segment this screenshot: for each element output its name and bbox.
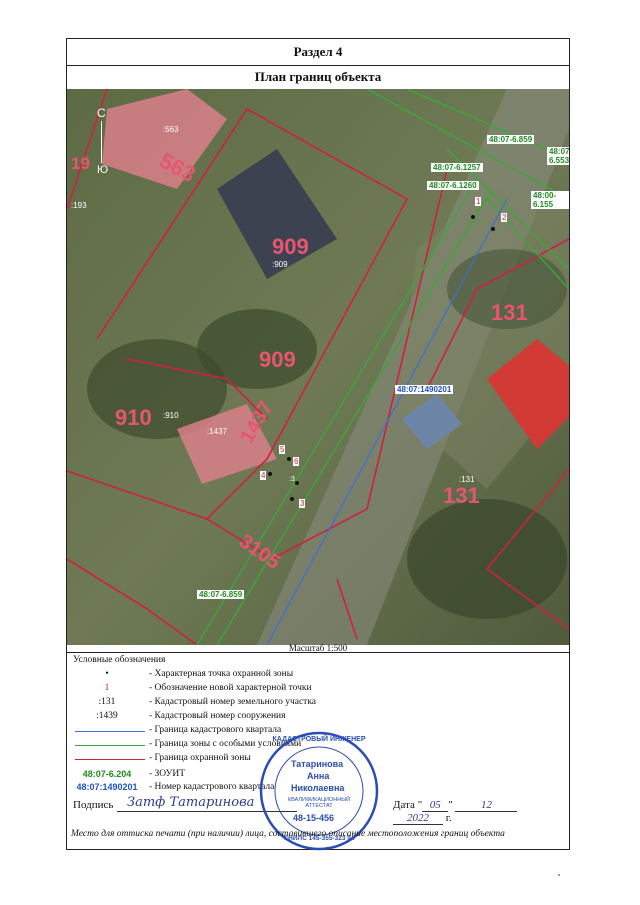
- legend-text: - Кадастровый номер сооружения: [149, 711, 286, 721]
- parcel-19-big: 19: [71, 154, 90, 173]
- zone-label-2: 48:07-6.553: [547, 147, 569, 165]
- legend-item: 1 - Обозначение новой характерной точки: [67, 683, 397, 697]
- plan-title: План границ объекта: [67, 65, 569, 90]
- parcel-131-big-2: 131: [443, 483, 480, 508]
- parcel-909-big-2: 909: [259, 347, 296, 372]
- legend-symbol: 48:07:1490201: [76, 782, 138, 792]
- legend-symbol: :1439: [96, 711, 118, 721]
- zone-label-5: 48:00-6.155: [531, 191, 569, 209]
- aerial-map: С Ю 56 3 :563 19 :193 909 :909 909 910 :9…: [67, 89, 569, 645]
- zone-label-6: 48:07-6.859: [197, 590, 245, 599]
- signature-label: Подпись: [73, 799, 114, 811]
- legend-text: - ЗОУИТ: [149, 769, 186, 779]
- quarter-label: 48:07:1490201: [395, 385, 454, 394]
- legend-text: - Характерная точка охранной зоны: [149, 669, 294, 679]
- parcel-193-small: :193: [71, 201, 87, 210]
- zone-label-4: 48:07-6.1260: [427, 181, 479, 190]
- legend-title: Условные обозначения: [73, 655, 166, 665]
- point-6: 6: [293, 457, 300, 466]
- signature-scribble: Затф Татаринова: [127, 795, 255, 810]
- parcel-131-big: 131: [491, 300, 528, 325]
- stamp-name-3: Николаевна: [291, 783, 345, 793]
- point-3: 3: [299, 499, 306, 508]
- legend-symbol: :131: [98, 697, 116, 707]
- south-label: Ю: [97, 164, 109, 176]
- date-day: 05: [422, 799, 449, 812]
- legend-text: - Номер кадастрового квартала: [149, 782, 275, 792]
- divider: [67, 652, 569, 653]
- date-suffix: г.: [445, 812, 452, 824]
- north-arrow-icon: [101, 121, 102, 163]
- date-year: 2022: [393, 812, 443, 825]
- parcel-563-small: :563: [163, 125, 179, 134]
- map-svg: [67, 89, 569, 645]
- point-1: 1: [475, 197, 482, 206]
- legend-text: - Кадастровый номер земельного участка: [149, 697, 317, 707]
- date-block: Дата " 05 " 12 2022 г.: [393, 799, 569, 825]
- zone-line-swatch: [75, 745, 145, 746]
- footer-note: Место для оттиска печати (при наличии) л…: [71, 829, 505, 839]
- stamp-number: 48-15-456: [293, 813, 335, 823]
- stamp-name-1: Татаринова: [291, 759, 344, 769]
- parcel-1437-small: :1437: [207, 427, 228, 436]
- stamp-ring-top: КАДАСТРОВЫЙ ИНЖЕНЕР: [272, 736, 366, 743]
- stamp-cert: КВАЛИФИКАЦИОННЫЙ АТТЕСТАТ: [287, 797, 351, 809]
- point-5: 5: [279, 445, 286, 454]
- legend-item: • - Характерная точка охранной зоны: [67, 669, 397, 683]
- zone-label-1: 48:07-6.859: [487, 135, 535, 144]
- parcel-910-big: 910: [115, 405, 152, 430]
- point-4: 4: [260, 471, 267, 480]
- point-2: 2: [501, 213, 508, 222]
- parcel-909-small: :909: [272, 260, 288, 269]
- legend-symbol: 48:07-6.204: [82, 769, 132, 779]
- legend-text: - Граница охранной зоны: [149, 753, 251, 763]
- legend-item: :1439 - Кадастровый номер сооружения: [67, 711, 397, 725]
- legend-symbol: 1: [104, 683, 110, 693]
- scan-speck: [558, 874, 560, 876]
- legend-text: - Обозначение новой характерной точки: [149, 683, 312, 693]
- date-month: 12: [455, 799, 518, 812]
- date-label: Дата: [393, 799, 415, 811]
- guard-line-swatch: [75, 759, 145, 760]
- parcel-910-small: :910: [163, 411, 179, 420]
- legend-item: :131 - Кадастровый номер земельного учас…: [67, 697, 397, 711]
- quarter-line-swatch: [75, 731, 145, 732]
- document-frame: Раздел 4 План границ объекта С Ю 563:56…: [66, 38, 570, 851]
- north-label: С: [97, 106, 106, 120]
- legend-symbol: •: [105, 669, 109, 679]
- parcel-909-big: 909: [272, 234, 309, 259]
- parcel-131-small: :131: [459, 475, 475, 484]
- stamp-name-2: Анна: [307, 771, 330, 781]
- zone-label-3: 48:07-6.1257: [431, 163, 483, 172]
- section-heading: Раздел 4: [67, 39, 569, 66]
- extra-label: :3: [289, 476, 295, 483]
